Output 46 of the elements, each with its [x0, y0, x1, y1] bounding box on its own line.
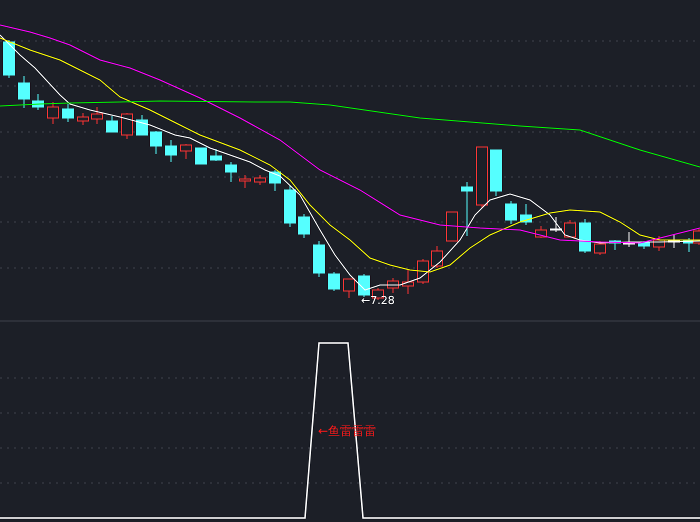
candlestick — [195, 148, 207, 164]
candlestick — [653, 236, 665, 252]
candlestick — [579, 218, 591, 254]
candlestick — [520, 204, 532, 226]
candlestick — [284, 184, 296, 228]
candlestick — [62, 104, 74, 122]
candlestick — [328, 272, 340, 292]
candlestick — [417, 258, 429, 284]
low-price-label: ←7.28 — [361, 294, 395, 307]
candlestick — [594, 240, 606, 256]
candlestick — [446, 212, 458, 242]
candlestick — [490, 150, 502, 196]
candlestick — [623, 232, 635, 248]
candlestick — [3, 40, 15, 78]
candlestick — [32, 94, 44, 110]
candlestick — [121, 112, 133, 140]
candlestick — [106, 116, 118, 132]
candlestick — [638, 240, 650, 250]
candlestick — [150, 130, 162, 154]
candlestick — [535, 226, 547, 238]
candlestick — [47, 102, 59, 124]
candlestick — [210, 148, 222, 162]
candlestick — [387, 278, 399, 294]
candlestick — [77, 112, 89, 126]
candlestick — [225, 162, 237, 182]
candlestick — [298, 214, 310, 238]
candlestick — [476, 146, 488, 208]
candlestick — [136, 114, 148, 136]
candlestick — [461, 182, 473, 236]
candlestick — [313, 240, 325, 278]
candlestick — [550, 216, 562, 232]
candlestick — [668, 234, 680, 248]
candlestick — [564, 220, 576, 238]
candlestick — [609, 240, 621, 250]
candlestick — [505, 200, 517, 224]
candlestick — [239, 174, 251, 188]
candlestick — [18, 76, 30, 108]
candlestick — [402, 268, 414, 294]
candlestick — [431, 246, 443, 268]
candlestick — [91, 106, 103, 124]
candlestick — [358, 274, 370, 298]
candlestick — [343, 278, 355, 298]
candlestick — [165, 140, 177, 162]
candlestick — [180, 144, 192, 160]
candlestick — [269, 170, 281, 192]
candlestick — [254, 174, 266, 186]
